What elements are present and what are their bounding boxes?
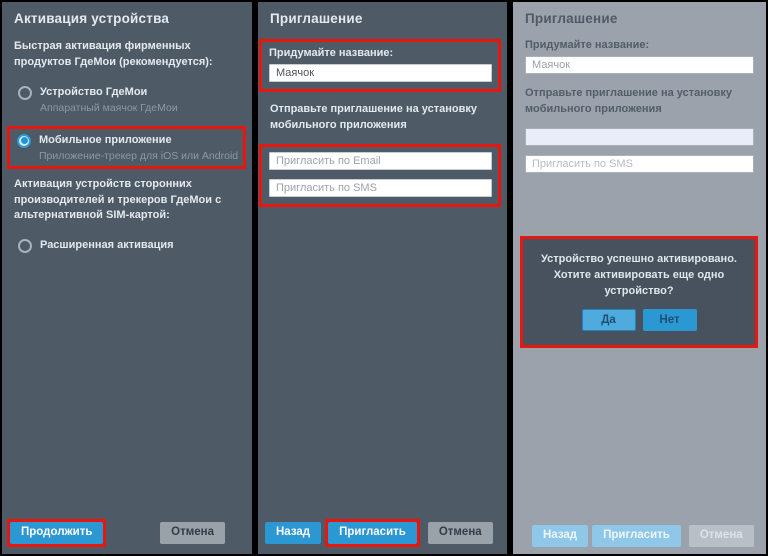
yes-button[interactable]: Да [582,309,636,331]
annotation-box-continue: Продолжить [7,519,106,547]
annotation-box-invite-button: Пригласить [325,519,420,547]
panel-activation-step: Активация устройства Быстрая активация ф… [2,2,252,554]
back-button: Назад [532,525,588,547]
send-invite-text: Отправьте приглашение на установку мобил… [525,86,754,118]
radio-unchecked-icon[interactable] [18,239,32,253]
invite-sms-input[interactable] [269,179,492,197]
invite-email-input [525,128,754,146]
radio-option-label: Расширенная активация [40,238,174,253]
radio-option-extended[interactable]: Расширенная активация [14,234,240,257]
annotation-box-name-field: Придумайте название: [259,39,501,92]
invite-button[interactable]: Пригласить [328,522,417,544]
activation-intro-text: Быстрая активация фирменных продуктов Гд… [14,39,240,71]
cancel-button[interactable]: Отмена [160,522,225,544]
dialog-buttons: Да Нет [533,309,745,331]
cancel-button[interactable]: Отмена [428,522,493,544]
radio-unchecked-icon[interactable] [18,86,32,100]
success-dialog: Устройство успешно активировано. Хотите … [523,239,755,345]
device-name-input[interactable] [269,64,492,82]
radio-option-device[interactable]: Устройство ГдеМои Аппаратный маячок ГдеМ… [14,81,240,118]
radio-option-mobile-app[interactable]: Мобильное приложение Приложение-трекер д… [13,133,241,162]
dialog-message-line1: Устройство успешно активировано. [533,252,745,268]
radio-option-label: Мобильное приложение [39,133,238,148]
footer-activation: Продолжить Отмена [7,519,240,547]
invite-sms-input [525,155,754,173]
no-button[interactable]: Нет [643,309,697,331]
invite-button: Пригласить [592,525,681,547]
panel-invitation-dimmed: Приглашение Придумайте название: Отправь… [513,2,766,554]
name-field-label: Придумайте название: [525,39,754,51]
page-title: Приглашение [270,11,495,26]
annotation-box-selected-option: Мобильное приложение Приложение-трекер д… [7,126,246,169]
continue-button[interactable]: Продолжить [10,522,103,544]
panel-invitation-step: Приглашение Придумайте название: Отправь… [258,2,507,554]
footer-invitation-dimmed: Назад Пригласить Отмена [532,525,754,547]
annotation-box-success-dialog: Устройство успешно активировано. Хотите … [520,236,758,348]
radio-option-sublabel: Аппаратный маячок ГдеМои [40,102,178,114]
page-title: Активация устройства [14,11,240,26]
dialog-message-line2: Хотите активировать еще одно устройство? [533,268,745,300]
page-title: Приглашение [525,11,754,26]
footer-invitation: Назад Пригласить Отмена [265,519,495,547]
name-field-label: Придумайте название: [269,47,492,59]
invite-email-input[interactable] [269,152,492,170]
device-name-input [525,56,754,74]
annotation-box-invite-fields [259,144,501,207]
cancel-button: Отмена [689,525,754,547]
alt-activation-text: Активация устройств сторонних производит… [14,177,240,225]
radio-option-sublabel: Приложение-трекер для iOS или Android [39,150,238,162]
radio-checked-icon[interactable] [17,134,31,148]
send-invite-text: Отправьте приглашение на установку мобил… [270,102,495,134]
radio-option-label: Устройство ГдеМои [40,85,178,100]
back-button[interactable]: Назад [265,522,321,544]
activation-wizard: Активация устройства Быстрая активация ф… [0,0,768,556]
